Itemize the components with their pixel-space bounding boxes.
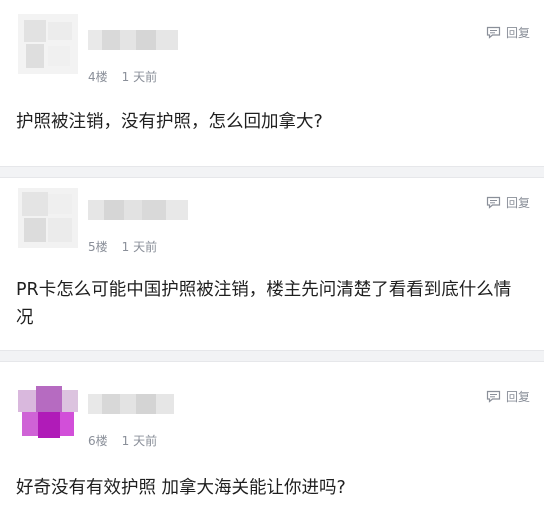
floor-number: 4楼 (88, 70, 108, 84)
comment-item: 4楼 1 天前 回复 护照被注销，没有护照，怎么回加拿大? (0, 0, 544, 166)
reply-label: 回复 (505, 196, 530, 210)
comment-time: 1 天前 (121, 70, 158, 84)
reply-button[interactable]: 回复 (486, 194, 530, 211)
reply-label: 回复 (505, 390, 530, 404)
floor-number: 5楼 (88, 240, 108, 254)
floor-number: 6楼 (88, 434, 108, 448)
comment-list: 4楼 1 天前 回复 护照被注销，没有护照，怎么回加拿大? 5楼 1 天前 回复… (0, 0, 544, 520)
reply-button[interactable]: 回复 (486, 388, 530, 405)
reply-label: 回复 (505, 26, 530, 40)
user-avatar-blurred[interactable] (18, 382, 78, 442)
divider (0, 166, 544, 178)
comment-meta: 4楼 1 天前 (88, 68, 157, 85)
comment-reply-icon (486, 390, 501, 403)
comment-item: 6楼 1 天前 回复 好奇没有有效护照 加拿大海关能让你进吗? (0, 362, 544, 520)
comment-time: 1 天前 (121, 434, 158, 448)
comment-meta: 6楼 1 天前 (88, 432, 157, 449)
comment-meta: 5楼 1 天前 (88, 238, 157, 255)
username-blurred[interactable] (88, 394, 174, 414)
comment-reply-icon (486, 26, 501, 39)
divider (0, 350, 544, 362)
comment-time: 1 天前 (121, 240, 158, 254)
reply-button[interactable]: 回复 (486, 24, 530, 41)
comment-text: PR卡怎么可能中国护照被注销，楼主先问清楚了看看到底什么情况 (16, 280, 512, 328)
username-blurred[interactable] (88, 30, 178, 50)
comment-reply-icon (486, 196, 501, 209)
comment-text: 护照被注销，没有护照，怎么回加拿大? (16, 112, 323, 132)
comment-item: 5楼 1 天前 回复 PR卡怎么可能中国护照被注销，楼主先问清楚了看看到底什么情况 (0, 178, 544, 350)
user-avatar-blurred[interactable] (18, 188, 78, 248)
username-blurred[interactable] (88, 200, 188, 220)
comment-text: 好奇没有有效护照 加拿大海关能让你进吗? (16, 478, 346, 498)
user-avatar-blurred[interactable] (18, 14, 78, 74)
